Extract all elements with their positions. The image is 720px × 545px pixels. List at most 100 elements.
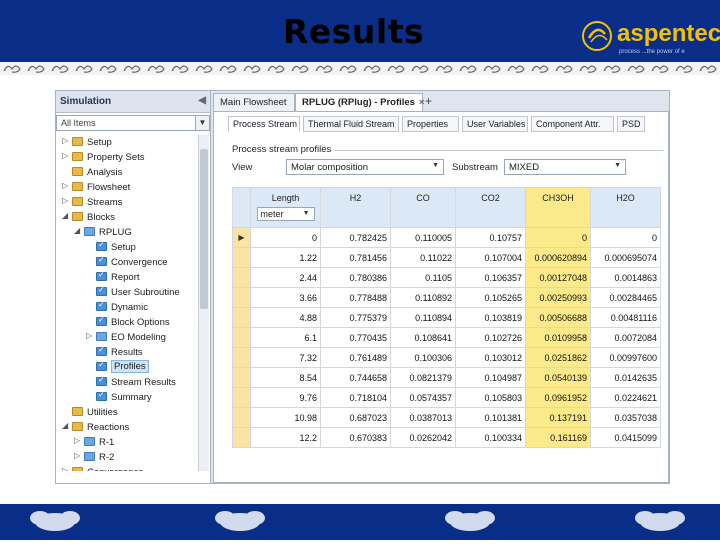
table-cell[interactable]: 2.44 bbox=[250, 267, 321, 288]
table-cell[interactable]: 0.0540139 bbox=[525, 367, 591, 388]
column-header-ch3oh[interactable]: CH3OH bbox=[525, 187, 591, 228]
row-selector[interactable] bbox=[232, 327, 251, 348]
table-cell[interactable]: 0.1105 bbox=[390, 267, 456, 288]
row-selector[interactable] bbox=[232, 427, 251, 448]
table-row[interactable]: 2.44 0.780386 0.1105 0.106357 0.00127048 0.00… bbox=[232, 267, 661, 288]
table-cell[interactable]: 0.744658 bbox=[320, 367, 391, 388]
tree-item[interactable]: Stream Results bbox=[56, 375, 198, 390]
collapsed-arrow-icon[interactable]: ▷ bbox=[74, 451, 82, 460]
table-cell[interactable]: 0.778488 bbox=[320, 287, 391, 308]
table-cell[interactable]: 0.0574357 bbox=[390, 387, 456, 408]
table-cell[interactable]: 0.110894 bbox=[390, 307, 456, 328]
table-cell[interactable]: 0.102726 bbox=[455, 327, 526, 348]
table-cell[interactable]: 0.137191 bbox=[525, 407, 591, 428]
collapsed-arrow-icon[interactable]: ▷ bbox=[62, 151, 70, 160]
table-row[interactable]: 6.1 0.770435 0.108641 0.102726 0.0109958 0.00… bbox=[232, 327, 661, 348]
table-cell[interactable]: 3.66 bbox=[250, 287, 321, 308]
table-cell[interactable]: 0.101381 bbox=[455, 407, 526, 428]
subtab-psd[interactable]: PSD bbox=[617, 116, 645, 132]
tree-item[interactable]: ▷ R-2 bbox=[56, 450, 198, 465]
row-selector[interactable]: ▶ bbox=[232, 227, 251, 248]
tree-item[interactable]: ▷ Setup bbox=[56, 135, 198, 150]
tree-item[interactable]: Convergence bbox=[56, 255, 198, 270]
tree-item[interactable]: ◢ Blocks bbox=[56, 210, 198, 225]
table-cell[interactable]: 0.00506688 bbox=[525, 307, 591, 328]
table-row[interactable]: 1.22 0.781456 0.11022 0.107004 0.000620894 0.… bbox=[232, 247, 661, 268]
table-cell[interactable]: 0.103012 bbox=[455, 347, 526, 368]
tab-main-flowsheet[interactable]: Main Flowsheet bbox=[213, 93, 295, 111]
tree-item[interactable]: Profiles bbox=[56, 360, 198, 375]
table-cell[interactable]: 0.106357 bbox=[455, 267, 526, 288]
row-selector[interactable] bbox=[232, 287, 251, 308]
view-select[interactable]: Molar composition ▼ bbox=[286, 159, 444, 175]
tree-item[interactable]: Report bbox=[56, 270, 198, 285]
table-cell[interactable]: 0.00250993 bbox=[525, 287, 591, 308]
table-row[interactable]: 7.32 0.761489 0.100306 0.103012 0.0251862 0.0… bbox=[232, 347, 661, 368]
table-row[interactable]: 8.54 0.744658 0.0821379 0.104987 0.0540139 0.… bbox=[232, 367, 661, 388]
expanded-arrow-icon[interactable]: ◢ bbox=[74, 226, 82, 235]
table-row[interactable]: 12.2 0.670383 0.0262042 0.100334 0.161169 0.0… bbox=[232, 427, 661, 448]
column-header-co2[interactable]: CO2 bbox=[455, 187, 526, 228]
table-row[interactable]: ▶ 0 0.782425 0.110005 0.10757 0 0 bbox=[232, 227, 661, 248]
subtab-user-variables[interactable]: User Variables bbox=[462, 116, 528, 132]
tree-item[interactable]: ◢ RPLUG bbox=[56, 225, 198, 240]
table-cell[interactable]: 0.100306 bbox=[390, 347, 456, 368]
table-cell[interactable]: 0.110892 bbox=[390, 287, 456, 308]
table-cell[interactable]: 1.22 bbox=[250, 247, 321, 268]
table-cell[interactable]: 0.0415099 bbox=[590, 427, 661, 448]
expanded-arrow-icon[interactable]: ◢ bbox=[62, 211, 70, 220]
row-selector[interactable] bbox=[232, 307, 251, 328]
nav-filter-select[interactable]: All Items bbox=[56, 115, 196, 131]
row-selector[interactable] bbox=[232, 247, 251, 268]
tree-item[interactable]: ▷ Convergence bbox=[56, 465, 198, 471]
table-cell[interactable]: 0.00127048 bbox=[525, 267, 591, 288]
row-selector[interactable] bbox=[232, 347, 251, 368]
nav-scrollbar[interactable] bbox=[198, 135, 209, 471]
table-cell[interactable]: 0.0142635 bbox=[590, 367, 661, 388]
table-cell[interactable]: 0.000695074 bbox=[590, 247, 661, 268]
tree-item[interactable]: Block Options bbox=[56, 315, 198, 330]
table-cell[interactable]: 0.11022 bbox=[390, 247, 456, 268]
table-cell[interactable]: 9.76 bbox=[250, 387, 321, 408]
tree-item[interactable]: ▷ R-1 bbox=[56, 435, 198, 450]
table-cell[interactable]: 0 bbox=[590, 227, 661, 248]
table-cell[interactable]: 8.54 bbox=[250, 367, 321, 388]
close-icon[interactable]: × bbox=[419, 97, 425, 108]
table-cell[interactable]: 0.110005 bbox=[390, 227, 456, 248]
table-cell[interactable]: 0.00284465 bbox=[590, 287, 661, 308]
subtab-component-attr[interactable]: Component Attr. bbox=[531, 116, 614, 132]
table-cell[interactable]: 0.0961952 bbox=[525, 387, 591, 408]
table-cell[interactable]: 0.103819 bbox=[455, 307, 526, 328]
table-cell[interactable]: 6.1 bbox=[250, 327, 321, 348]
table-cell[interactable]: 0.0014863 bbox=[590, 267, 661, 288]
tree-item[interactable]: ◢ Reactions bbox=[56, 420, 198, 435]
table-row[interactable]: 3.66 0.778488 0.110892 0.105265 0.00250993 0.… bbox=[232, 287, 661, 308]
tree-item[interactable]: ▷ Flowsheet bbox=[56, 180, 198, 195]
table-cell[interactable]: 0.0251862 bbox=[525, 347, 591, 368]
table-cell[interactable]: 0.770435 bbox=[320, 327, 391, 348]
table-cell[interactable]: 0.0109958 bbox=[525, 327, 591, 348]
collapsed-arrow-icon[interactable]: ▷ bbox=[74, 436, 82, 445]
tree-item[interactable]: Summary bbox=[56, 390, 198, 405]
table-cell[interactable]: 0.10757 bbox=[455, 227, 526, 248]
substream-select[interactable]: MIXED ▼ bbox=[504, 159, 626, 175]
subtab-properties[interactable]: Properties bbox=[402, 116, 459, 132]
table-cell[interactable]: 0.0357038 bbox=[590, 407, 661, 428]
table-cell[interactable]: 0.105265 bbox=[455, 287, 526, 308]
table-cell[interactable]: 4.88 bbox=[250, 307, 321, 328]
tree-item[interactable]: ▷ EO Modeling bbox=[56, 330, 198, 345]
nav-scrollbar-thumb[interactable] bbox=[200, 149, 208, 309]
table-cell[interactable]: 0.107004 bbox=[455, 247, 526, 268]
tree-item[interactable]: Analysis bbox=[56, 165, 198, 180]
table-cell[interactable]: 0.161169 bbox=[525, 427, 591, 448]
row-selector[interactable] bbox=[232, 367, 251, 388]
column-header-h2[interactable]: H2 bbox=[320, 187, 391, 228]
tree-item[interactable]: Utilities bbox=[56, 405, 198, 420]
table-cell[interactable]: 0 bbox=[525, 227, 591, 248]
table-cell[interactable]: 0.687023 bbox=[320, 407, 391, 428]
table-cell[interactable]: 0.000620894 bbox=[525, 247, 591, 268]
add-tab-icon[interactable]: + bbox=[425, 94, 432, 108]
table-cell[interactable]: 0.775379 bbox=[320, 307, 391, 328]
tree-item[interactable]: Results bbox=[56, 345, 198, 360]
table-cell[interactable]: 0.761489 bbox=[320, 347, 391, 368]
